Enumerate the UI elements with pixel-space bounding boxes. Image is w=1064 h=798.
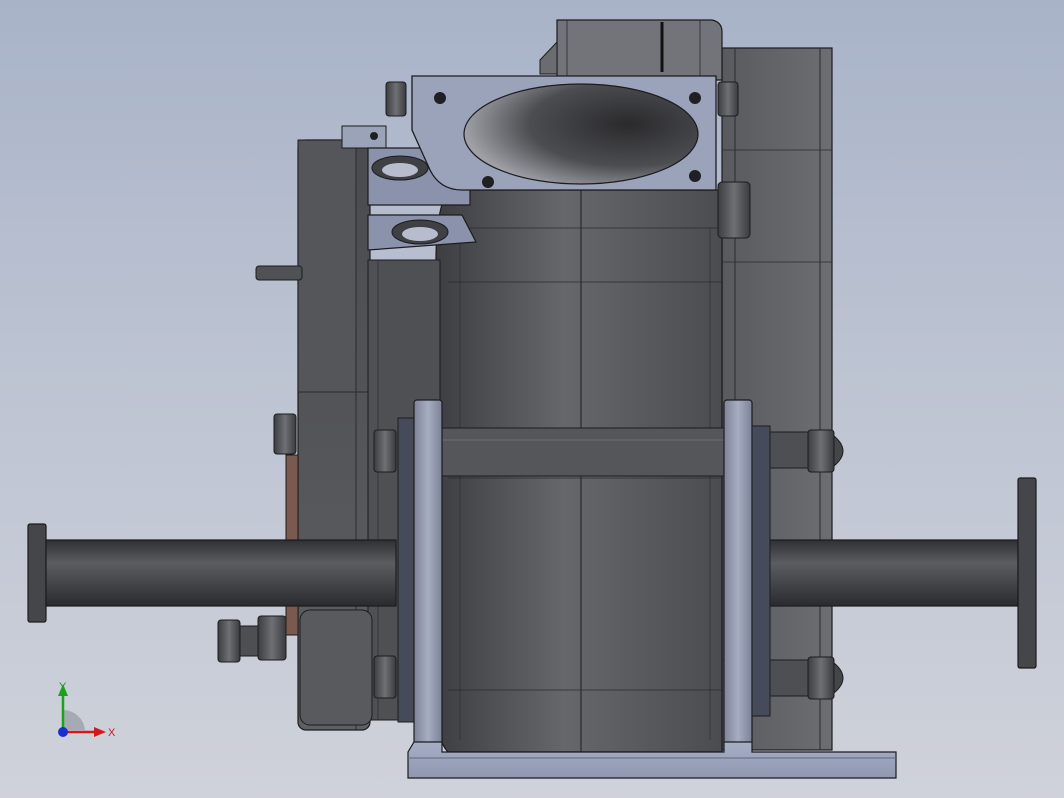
y-axis-label: Y bbox=[59, 681, 67, 693]
left-clamp-plate bbox=[397, 399, 443, 746]
x-axis-label: X bbox=[108, 727, 116, 739]
right-clamp-plate bbox=[723, 399, 771, 746]
triad-plane-icon bbox=[63, 709, 85, 730]
top-cap bbox=[539, 19, 723, 81]
tie-rod bbox=[419, 427, 741, 477]
x-axis-arrowhead-icon bbox=[94, 727, 106, 737]
graphics-viewport[interactable]: Y X bbox=[0, 0, 1064, 798]
z-axis-dot-icon bbox=[58, 727, 68, 737]
pump-assembly-model[interactable] bbox=[0, 0, 1064, 798]
coordinate-triad: Y X bbox=[58, 681, 116, 739]
